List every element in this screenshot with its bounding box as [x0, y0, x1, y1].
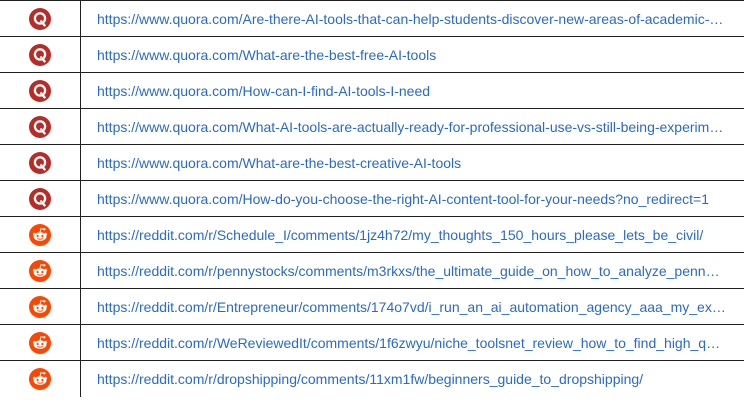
- table-row: https://www.quora.com/How-can-I-find-AI-…: [0, 73, 744, 109]
- url-cell: https://reddit.com/r/Entrepreneur/commen…: [81, 289, 744, 324]
- source-icon-cell: [0, 253, 81, 288]
- url-link[interactable]: https://reddit.com/r/pennystocks/comment…: [97, 263, 726, 279]
- url-cell: https://www.quora.com/Are-there-AI-tools…: [81, 1, 744, 36]
- url-cell: https://www.quora.com/What-are-the-best-…: [81, 37, 744, 72]
- reddit-icon: [29, 223, 51, 246]
- url-link[interactable]: https://www.quora.com/How-can-I-find-AI-…: [97, 83, 430, 99]
- url-cell: https://www.quora.com/How-do-you-choose-…: [81, 181, 744, 216]
- source-icon-cell: [0, 37, 81, 72]
- source-icon-cell: [0, 217, 81, 252]
- reddit-icon: [29, 368, 51, 390]
- url-cell: https://www.quora.com/How-can-I-find-AI-…: [81, 73, 744, 108]
- url-link[interactable]: https://www.quora.com/What-are-the-best-…: [97, 155, 461, 171]
- table-row: https://www.quora.com/How-do-you-choose-…: [0, 181, 744, 217]
- url-link[interactable]: https://reddit.com/r/WeReviewedIt/commen…: [97, 335, 726, 351]
- reddit-icon: [29, 295, 51, 318]
- source-icon-cell: [0, 289, 81, 324]
- quora-icon: [29, 187, 51, 210]
- table-row: https://reddit.com/r/Entrepreneur/commen…: [0, 289, 744, 325]
- source-icon-cell: [0, 1, 81, 36]
- table-row: https://www.quora.com/What-AI-tools-are-…: [0, 109, 744, 145]
- url-cell: https://www.quora.com/What-are-the-best-…: [81, 145, 744, 180]
- reddit-icon: [29, 259, 51, 282]
- quora-icon: [29, 43, 51, 66]
- url-link[interactable]: https://reddit.com/r/dropshipping/commen…: [97, 371, 643, 387]
- source-icon-cell: [0, 73, 81, 108]
- table-row: https://reddit.com/r/Schedule_I/comments…: [0, 217, 744, 253]
- table-row: https://www.quora.com/What-are-the-best-…: [0, 145, 744, 181]
- table-row: https://www.quora.com/Are-there-AI-tools…: [0, 1, 744, 37]
- quora-icon: [29, 7, 51, 30]
- table-row: https://reddit.com/r/pennystocks/comment…: [0, 253, 744, 289]
- quora-icon: [29, 115, 51, 138]
- source-icon-cell: [0, 361, 81, 397]
- url-cell: https://reddit.com/r/WeReviewedIt/commen…: [81, 325, 744, 360]
- quora-icon: [29, 79, 51, 102]
- source-icon-cell: [0, 181, 81, 216]
- url-cell: https://reddit.com/r/Schedule_I/comments…: [81, 217, 744, 252]
- url-link[interactable]: https://reddit.com/r/Entrepreneur/commen…: [97, 299, 726, 315]
- source-icon-cell: [0, 325, 81, 360]
- url-cell: https://www.quora.com/What-AI-tools-are-…: [81, 109, 744, 144]
- url-link[interactable]: https://www.quora.com/What-are-the-best-…: [97, 47, 436, 63]
- table-row: https://www.quora.com/What-are-the-best-…: [0, 37, 744, 73]
- source-icon-cell: [0, 109, 81, 144]
- table-row: https://reddit.com/r/dropshipping/commen…: [0, 361, 744, 397]
- url-link[interactable]: https://reddit.com/r/Schedule_I/comments…: [97, 227, 703, 243]
- source-icon-cell: [0, 145, 81, 180]
- url-link[interactable]: https://www.quora.com/How-do-you-choose-…: [97, 191, 709, 207]
- quora-icon: [29, 151, 51, 174]
- url-cell: https://reddit.com/r/dropshipping/commen…: [81, 361, 744, 397]
- url-link[interactable]: https://www.quora.com/What-AI-tools-are-…: [97, 119, 726, 135]
- url-cell: https://reddit.com/r/pennystocks/comment…: [81, 253, 744, 288]
- reddit-icon: [29, 331, 51, 354]
- link-table: https://www.quora.com/Are-there-AI-tools…: [0, 0, 744, 397]
- url-link[interactable]: https://www.quora.com/Are-there-AI-tools…: [97, 11, 726, 27]
- table-row: https://reddit.com/r/WeReviewedIt/commen…: [0, 325, 744, 361]
